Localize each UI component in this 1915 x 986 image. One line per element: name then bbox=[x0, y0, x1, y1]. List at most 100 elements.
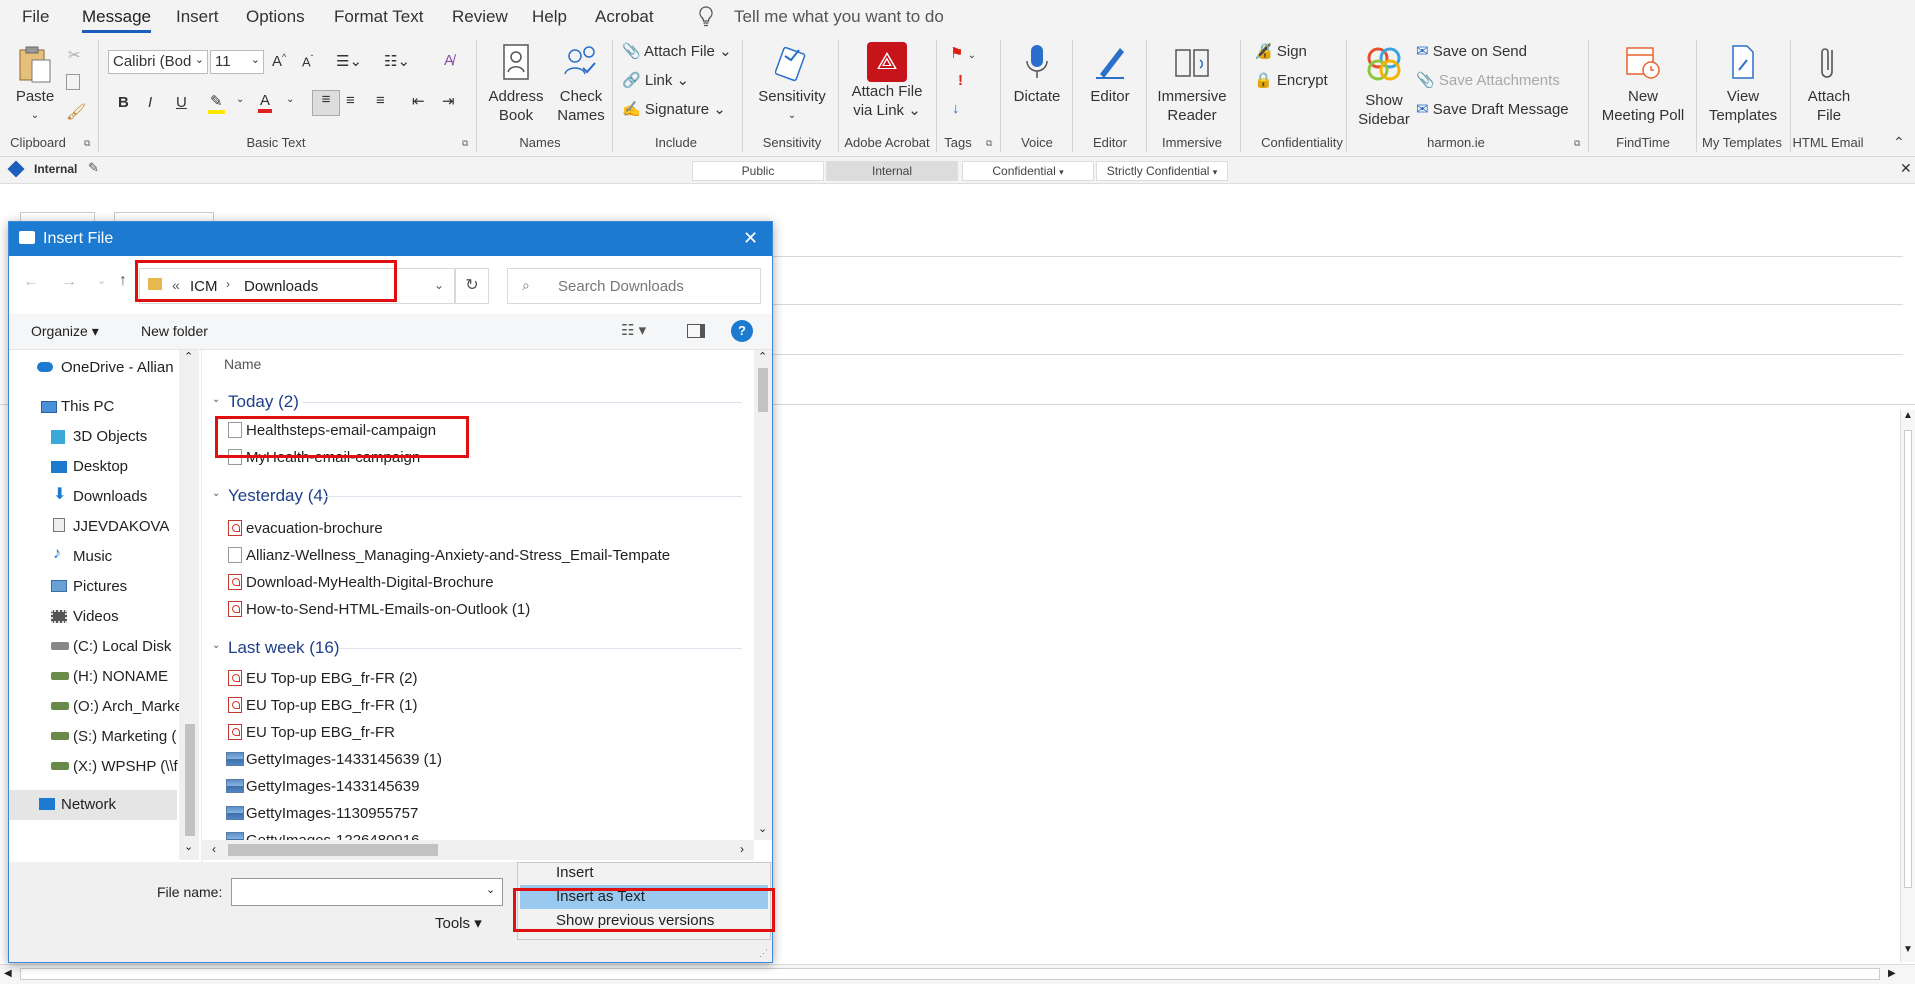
save-draft-button[interactable]: ✉ Save Draft Message bbox=[1416, 100, 1569, 118]
menu-review[interactable]: Review bbox=[452, 7, 508, 27]
file-list-h-scrollbar[interactable]: ‹ › bbox=[202, 840, 754, 860]
nav-drive-s[interactable]: (S:) Marketing ( bbox=[73, 728, 176, 745]
scroll-thumb[interactable] bbox=[1904, 430, 1912, 888]
nav-this-pc[interactable]: This PC bbox=[61, 398, 114, 415]
decrease-indent-icon[interactable]: ⇤ bbox=[412, 92, 425, 110]
scroll-up-icon[interactable]: ▲ bbox=[1903, 410, 1913, 421]
nav-pictures[interactable]: Pictures bbox=[73, 578, 127, 595]
file-item[interactable]: GettyImages-1433145639 bbox=[246, 778, 419, 795]
file-item[interactable]: evacuation-brochure bbox=[246, 520, 383, 537]
cut-icon[interactable]: ✂ bbox=[68, 46, 81, 64]
up-arrow-icon[interactable]: ↑ bbox=[119, 272, 127, 290]
nav-onedrive[interactable]: OneDrive - Allian bbox=[61, 359, 174, 376]
scroll-left-icon[interactable]: ◀ bbox=[4, 968, 12, 979]
font-name-combo[interactable]: Calibri (Bod ⌄ bbox=[108, 50, 208, 74]
dialog-launcher-icon[interactable]: ⧉ bbox=[84, 138, 90, 149]
group-yesterday[interactable]: Yesterday (4) bbox=[228, 486, 328, 506]
sensitivity-public[interactable]: Public bbox=[692, 161, 824, 181]
search-box[interactable]: ⌕ Search Downloads bbox=[507, 268, 761, 304]
nav-3d-objects[interactable]: 3D Objects bbox=[73, 428, 147, 445]
editor-button[interactable]: Editor bbox=[1080, 42, 1140, 106]
underline-icon[interactable]: U bbox=[176, 94, 187, 111]
file-item[interactable]: EU Top-up EBG_fr-FR (2) bbox=[246, 670, 417, 687]
save-attachments-button[interactable]: 📎 Save Attachments bbox=[1416, 71, 1560, 89]
format-painter-icon[interactable]: 🖌 bbox=[66, 102, 86, 122]
file-item[interactable]: Download-MyHealth-Digital-Brochure bbox=[246, 574, 494, 591]
align-center-icon[interactable]: ≡ bbox=[346, 92, 355, 109]
scroll-right-icon[interactable]: › bbox=[740, 842, 744, 856]
bullets-icon[interactable]: ☰⌄ bbox=[336, 52, 362, 70]
file-list-scrollbar[interactable]: ⌃ ⌄ bbox=[754, 350, 772, 840]
dictate-button[interactable]: Dictate bbox=[1008, 42, 1066, 106]
nav-drive-c[interactable]: (C:) Local Disk bbox=[73, 638, 171, 655]
collapse-group-icon[interactable]: ⌄ bbox=[212, 640, 220, 651]
new-folder-button[interactable]: New folder bbox=[141, 323, 208, 339]
close-dialog-icon[interactable]: ✕ bbox=[743, 228, 758, 249]
italic-icon[interactable]: I bbox=[148, 94, 152, 111]
save-on-send-button[interactable]: ✉ Save on Send bbox=[1416, 42, 1527, 60]
font-size-combo[interactable]: 11 ⌄ bbox=[210, 50, 264, 74]
attach-file-button[interactable]: 📎 Attach File ⌄ bbox=[622, 42, 732, 60]
resize-grip-icon[interactable]: ⋰ bbox=[759, 948, 768, 959]
tools-button[interactable]: Tools ▾ bbox=[435, 914, 482, 932]
sensitivity-button[interactable]: Sensitivity ⌄ bbox=[752, 42, 832, 125]
menu-format-text[interactable]: Format Text bbox=[334, 7, 423, 27]
scroll-up-icon[interactable]: ⌃ bbox=[758, 350, 767, 363]
refresh-icon[interactable]: ↻ bbox=[455, 268, 489, 304]
font-color-icon[interactable]: A bbox=[258, 92, 273, 113]
menu-file[interactable]: File bbox=[22, 7, 49, 27]
increase-indent-icon[interactable]: ⇥ bbox=[442, 92, 455, 110]
high-importance-icon[interactable]: ! bbox=[958, 72, 963, 89]
menu-insert[interactable]: Insert bbox=[176, 7, 219, 27]
file-item[interactable]: How-to-Send-HTML-Emails-on-Outlook (1) bbox=[246, 601, 530, 618]
show-sidebar-button[interactable]: Show Sidebar bbox=[1352, 42, 1416, 129]
collapse-group-icon[interactable]: ⌄ bbox=[212, 394, 220, 405]
low-importance-icon[interactable]: ↓ bbox=[952, 100, 960, 117]
edit-pencil-icon[interactable]: ✎ bbox=[88, 160, 99, 176]
paste-button[interactable]: Paste ⌄ bbox=[14, 44, 56, 125]
align-right-icon[interactable]: ≡ bbox=[376, 92, 385, 109]
scroll-left-icon[interactable]: ‹ bbox=[212, 842, 216, 856]
attach-via-link-button[interactable]: ⟁ Attach File via Link ⌄ bbox=[844, 42, 930, 120]
file-item[interactable]: GettyImages-1130955757 bbox=[246, 805, 418, 822]
nav-music[interactable]: Music bbox=[73, 548, 112, 565]
nav-drive-o[interactable]: (O:) Arch_Marke bbox=[73, 698, 183, 715]
dialog-launcher-icon[interactable]: ⧉ bbox=[462, 138, 468, 149]
group-today[interactable]: Today (2) bbox=[228, 392, 299, 412]
view-templates-button[interactable]: View Templates bbox=[1702, 42, 1784, 125]
signature-button[interactable]: ✍ Signature ⌄ bbox=[622, 100, 726, 118]
file-name-dropdown-icon[interactable]: ⌄ bbox=[486, 883, 495, 896]
immersive-reader-button[interactable]: Immersive Reader bbox=[1150, 42, 1234, 125]
menu-option-insert[interactable]: Insert bbox=[520, 861, 768, 885]
menu-help[interactable]: Help bbox=[532, 7, 567, 27]
horizontal-scrollbar[interactable]: ◀ ▶ bbox=[0, 964, 1915, 984]
close-sensitivity-bar-icon[interactable]: ✕ bbox=[1900, 160, 1912, 177]
forward-arrow-icon[interactable]: → bbox=[61, 273, 77, 291]
help-icon[interactable]: ? bbox=[731, 320, 753, 342]
nav-scrollbar[interactable]: ⌃ ⌄ bbox=[179, 350, 199, 860]
scroll-right-icon[interactable]: ▶ bbox=[1888, 968, 1896, 979]
grow-font-icon[interactable]: A^ bbox=[272, 52, 286, 70]
nav-scroll-thumb[interactable] bbox=[185, 724, 195, 836]
file-item[interactable]: GettyImages-1433145639 (1) bbox=[246, 751, 442, 768]
collapse-ribbon-icon[interactable]: ⌃ bbox=[1893, 134, 1905, 151]
copy-icon[interactable] bbox=[66, 74, 80, 90]
h-scroll-thumb[interactable] bbox=[20, 968, 1880, 980]
align-left-icon[interactable]: ≡ bbox=[312, 90, 340, 116]
address-dropdown-icon[interactable]: ⌄ bbox=[434, 278, 444, 292]
scroll-down-icon[interactable]: ▼ bbox=[1903, 944, 1913, 955]
file-name-input[interactable]: ⌄ bbox=[231, 878, 503, 906]
dialog-launcher-icon[interactable]: ⧉ bbox=[1574, 138, 1580, 149]
menu-options[interactable]: Options bbox=[246, 7, 305, 27]
encrypt-button[interactable]: 🔒 Encrypt bbox=[1254, 71, 1328, 89]
group-last-week[interactable]: Last week (16) bbox=[228, 638, 340, 658]
organize-button[interactable]: Organize ▾ bbox=[31, 323, 99, 340]
column-header-name[interactable]: Name bbox=[224, 356, 261, 372]
menu-acrobat[interactable]: Acrobat bbox=[595, 7, 654, 27]
nav-downloads[interactable]: Downloads bbox=[73, 488, 147, 505]
link-button[interactable]: 🔗 Link ⌄ bbox=[622, 71, 689, 89]
attach-html-file-button[interactable]: Attach File bbox=[1794, 42, 1864, 125]
nav-network[interactable]: Network bbox=[61, 796, 116, 813]
dialog-launcher-icon[interactable]: ⧉ bbox=[986, 138, 992, 149]
collapse-group-icon[interactable]: ⌄ bbox=[212, 488, 220, 499]
